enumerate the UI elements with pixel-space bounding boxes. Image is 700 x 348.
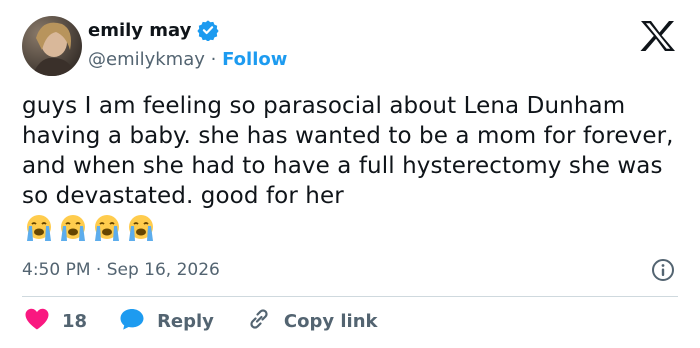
info-icon[interactable] <box>651 258 675 282</box>
loudly-crying-face-icon <box>92 214 122 242</box>
loudly-crying-face-icon <box>24 214 54 242</box>
divider <box>22 296 678 297</box>
tweet-text: guys I am feeling so parasocial about Le… <box>22 93 674 209</box>
avatar[interactable] <box>22 16 82 76</box>
loudly-crying-face-icon <box>126 214 156 242</box>
loudly-crying-face-icon <box>58 214 88 242</box>
reply-label: Reply <box>157 311 214 332</box>
tweet-timestamp[interactable]: 4:50 PM · Sep 16, 2026 <box>22 260 220 280</box>
like-button[interactable]: 18 <box>24 307 87 336</box>
like-count: 18 <box>62 311 88 332</box>
copy-link-label: Copy link <box>283 311 378 332</box>
author-handle-row: @emilykmay · Follow <box>88 49 287 70</box>
copy-link-button[interactable]: Copy link <box>246 307 378 336</box>
link-icon <box>246 307 272 336</box>
emoji-row <box>24 214 156 242</box>
x-logo-icon[interactable] <box>640 20 676 52</box>
reply-button[interactable]: Reply <box>119 307 214 336</box>
author-display-name[interactable]: emily may <box>88 20 191 41</box>
tweet-actions: 18 Reply Copy link <box>24 307 410 336</box>
handle-separator: · <box>210 49 223 70</box>
speech-bubble-icon <box>119 307 145 336</box>
author-handle[interactable]: @emilykmay <box>88 49 205 70</box>
heart-icon <box>24 307 50 336</box>
verified-badge-icon <box>197 19 220 42</box>
author-name-row: emily may <box>88 19 220 42</box>
follow-button[interactable]: Follow <box>222 49 287 70</box>
